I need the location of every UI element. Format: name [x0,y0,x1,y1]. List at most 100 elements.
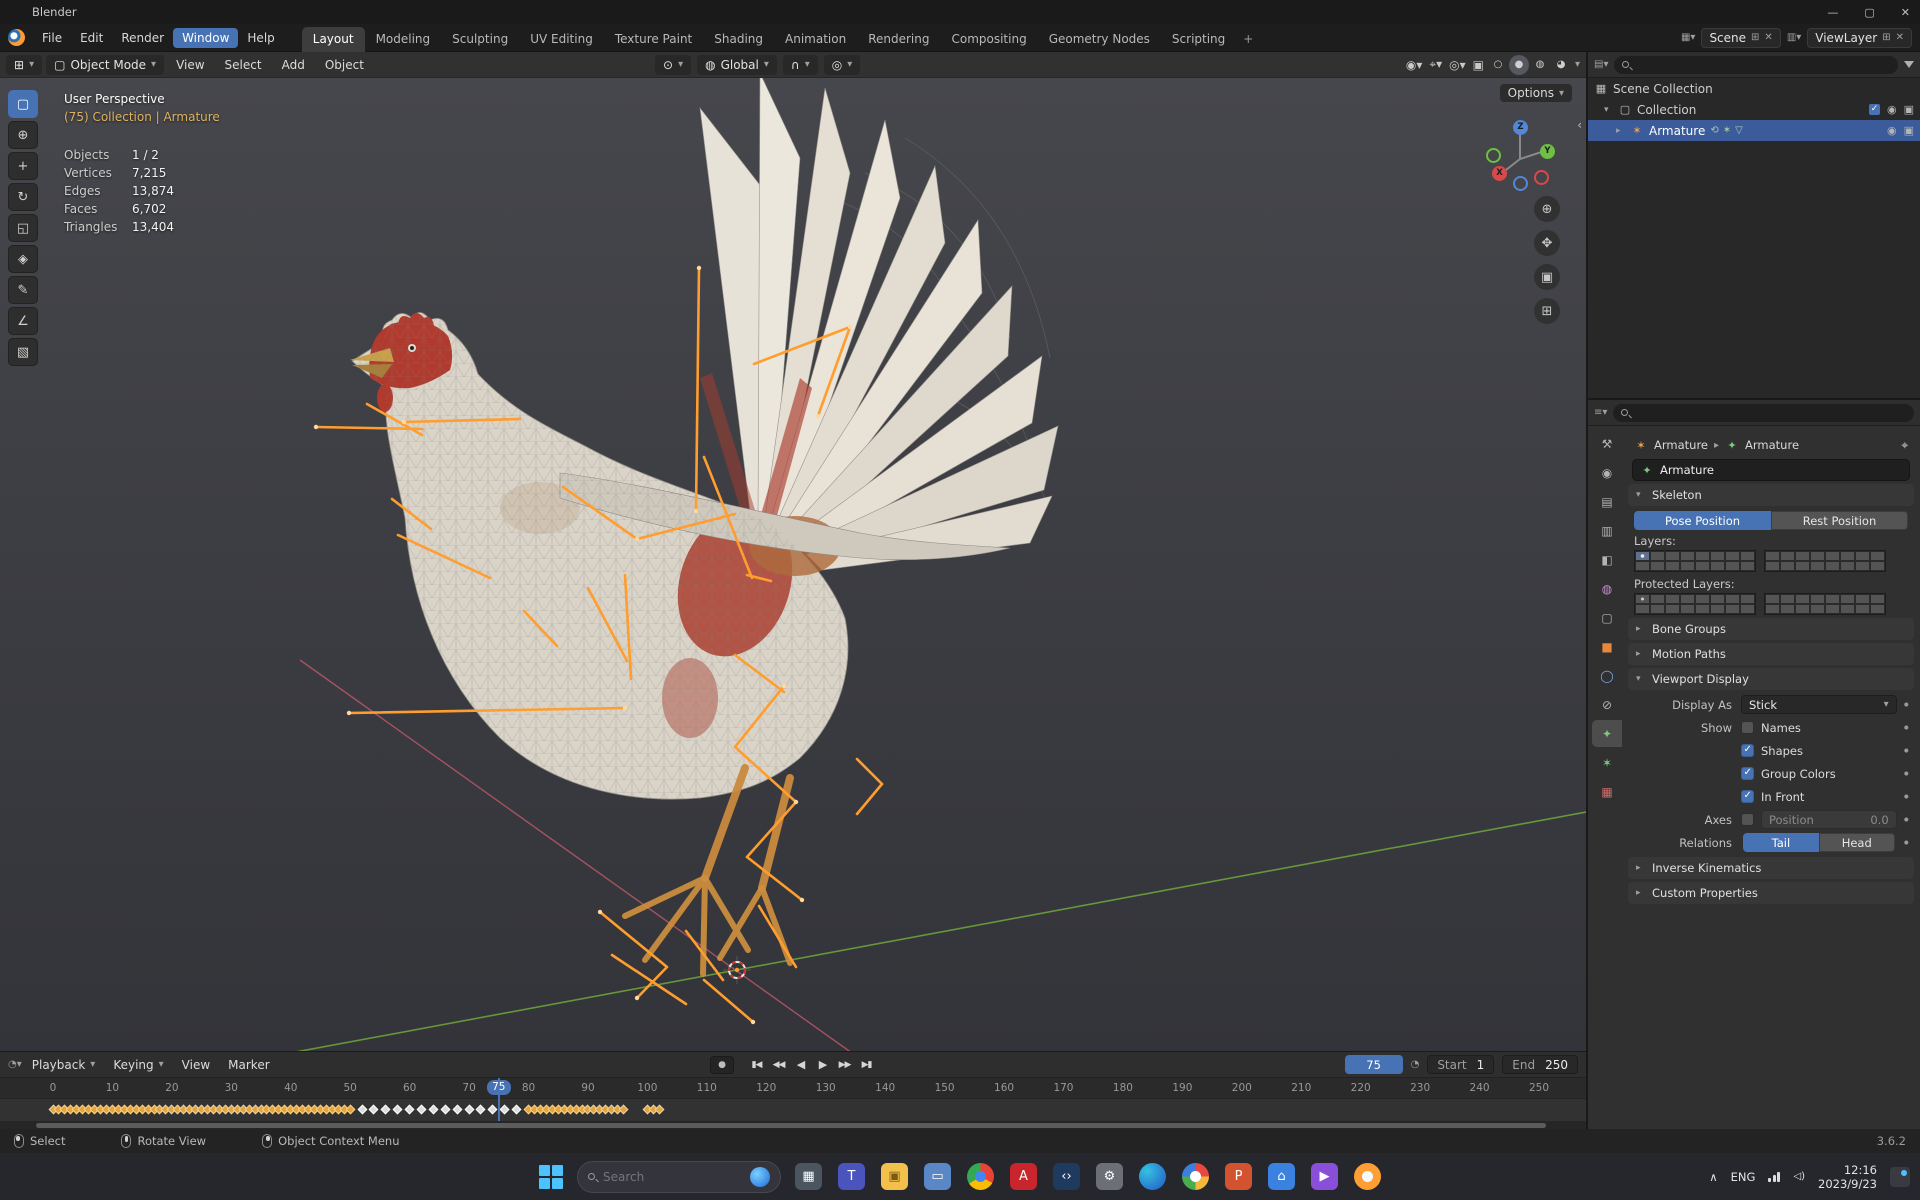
workspace-tab-animation[interactable]: Animation [774,27,857,52]
keyframe-diamond[interactable] [428,1104,439,1115]
gizmos-toggle-icon[interactable]: ⌖▾ [1429,57,1442,72]
scale-tool[interactable]: ◱ [8,214,38,242]
keyframe-diamond[interactable] [369,1104,379,1115]
armature-layer-cell[interactable] [1725,561,1740,571]
timeline-body[interactable]: 0 10 20 30 40 50 60 70 80 90 100 110 120 130 140 150 160… [0,1078,1586,1121]
armature-layer-cell[interactable] [1780,551,1795,561]
search-assistant-icon[interactable] [750,1166,770,1187]
properties-tab-object-data[interactable]: ✦ [1592,720,1622,747]
timeline-track[interactable] [0,1099,1586,1121]
properties-tab-constraints[interactable]: ⊘ [1592,691,1622,718]
armature-layer-cell[interactable] [1765,594,1780,604]
keyframe-diamond[interactable] [392,1104,403,1115]
taskbar-search[interactable] [577,1160,781,1193]
sidebar-toggle-icon[interactable]: ‹ [1577,118,1582,132]
names-checkbox[interactable] [1741,721,1754,734]
keyframe-diamond[interactable] [618,1104,629,1115]
armature-layer-cell[interactable] [1665,551,1680,561]
playback-menu[interactable]: Playback ▾ [24,1055,104,1075]
editor-type-button[interactable]: ⊞ ▾ [6,54,43,75]
rest-position-button[interactable]: Rest Position [1771,511,1908,530]
keyframe-diamond[interactable] [380,1104,391,1115]
armature-layer-cell[interactable] [1825,551,1840,561]
properties-tab-scene[interactable]: ◧ [1592,546,1622,573]
armature-layer-cell[interactable] [1765,604,1780,614]
properties-tab-output[interactable]: ▤ [1592,488,1622,515]
timeline-editor-type-icon[interactable]: ◔▾ [8,1059,22,1070]
close-button[interactable]: ✕ [1901,6,1910,19]
bone-groups-panel-header[interactable]: ▸ Bone Groups [1628,618,1914,640]
shading-material-icon[interactable]: ◍ [1533,58,1547,72]
viewport-menu-add[interactable]: Add [274,55,313,75]
datablock-name-field[interactable]: ✦ Armature [1632,459,1910,481]
collection-checkbox[interactable]: ✓ [1868,104,1880,115]
teams-app-icon[interactable]: T [838,1163,865,1190]
settings-app-icon[interactable]: ⚙ [1096,1163,1123,1190]
pose-position-button[interactable]: Pose Position [1634,511,1771,530]
maximize-button[interactable]: ▢ [1864,6,1874,19]
workspace-tab-geometry-nodes[interactable]: Geometry Nodes [1038,27,1161,52]
file-explorer-app-icon[interactable]: ▣ [881,1163,908,1190]
armature-layer-cell[interactable] [1870,561,1885,571]
gizmo-z-axis[interactable]: Z [1513,120,1528,135]
menu-window[interactable]: Window [173,27,239,48]
properties-tab-collection[interactable]: ▢ [1592,604,1622,631]
proportional-edit-button[interactable]: ◎ ▾ [823,54,861,75]
media-app-icon[interactable]: ▶ [1311,1163,1338,1190]
add-cube-tool[interactable]: ▧ [8,338,38,366]
viewport-display-panel-header[interactable]: ▾ Viewport Display [1628,668,1914,690]
transform-tool[interactable]: ◈ [8,245,38,273]
keyframe-diamond[interactable] [357,1104,368,1115]
shading-solid-icon[interactable]: ● [1511,57,1526,72]
move-tool[interactable]: + [8,152,38,180]
playhead[interactable]: 75 [486,1078,511,1121]
shading-rendered-icon[interactable]: ◕ [1554,58,1568,72]
keyframe-diamond[interactable] [416,1104,427,1115]
end-frame-field[interactable]: End 250 [1502,1055,1578,1074]
workspace-tab-texture-paint[interactable]: Texture Paint [604,27,703,52]
armature-layer-cell[interactable] [1650,604,1665,614]
transform-pivot-button[interactable]: ⊙ ▾ [655,54,692,75]
armature-layer-cell[interactable] [1725,551,1740,561]
properties-search[interactable] [1613,403,1914,422]
armature-layer-cell[interactable] [1780,594,1795,604]
tray-chevron-up-icon[interactable]: ∧ [1709,1170,1717,1184]
armature-layer-cell[interactable] [1765,561,1780,571]
armature-layer-cell[interactable] [1650,594,1665,604]
menu-help[interactable]: Help [238,28,283,48]
armature-layer-cell[interactable] [1780,604,1795,614]
clock[interactable]: 12:16 2023/9/23 [1818,1163,1877,1191]
workspace-tab-layout[interactable]: Layout [301,26,365,52]
axes-checkbox[interactable] [1741,813,1754,826]
auto-keying-icon[interactable]: ● [710,1055,734,1074]
armature-layer-cell[interactable] [1765,551,1780,561]
breadcrumb-data[interactable]: Armature [1745,438,1799,452]
armature-layer-cell[interactable] [1810,561,1825,571]
viewport-menu-select[interactable]: Select [217,55,270,75]
armature-layer-cell[interactable] [1725,594,1740,604]
gizmo-y-axis[interactable]: Y [1540,144,1555,159]
workspace-tab-modeling[interactable]: Modeling [365,27,442,52]
outliner-row-armature[interactable]: ▸ ✶ Armature ⟲ ✶ ▽ ◉ ▣ [1588,120,1920,141]
display-as-dropdown[interactable]: Stick ▾ [1741,695,1897,714]
animate-dot-icon[interactable]: • [1897,790,1910,804]
monitor-app-icon[interactable]: ▭ [924,1163,951,1190]
shapes-checkbox[interactable] [1741,744,1754,757]
timeline-ruler[interactable]: 0 10 20 30 40 50 60 70 80 90 100 110 120 130 140 150 160… [0,1078,1586,1099]
viewlayer-unlink-icon[interactable]: ✕ [1896,32,1904,43]
armature-layer-cell[interactable] [1695,561,1710,571]
breadcrumb-object[interactable]: Armature [1654,438,1708,452]
workspace-tab-shading[interactable]: Shading [703,27,774,52]
pan-hand-icon[interactable]: ✥ [1534,230,1560,256]
armature-layer-cell[interactable] [1855,604,1870,614]
keying-menu[interactable]: Keying ▾ [105,1055,171,1075]
skeleton-panel-header[interactable]: ▾ Skeleton [1628,484,1914,506]
armature-layer-cell[interactable] [1665,561,1680,571]
options-dropdown[interactable]: Options ▾ [1499,84,1572,102]
armature-layer-cell[interactable] [1680,604,1695,614]
keyframe-diamond[interactable] [452,1104,463,1115]
pin-icon[interactable]: ⌖ [1896,438,1908,453]
armature-layer-cell[interactable] [1695,551,1710,561]
outliner-row-scene-collection[interactable]: ▦ Scene Collection [1588,78,1920,99]
scene-browse-icon[interactable]: ▦▾ [1681,32,1695,43]
